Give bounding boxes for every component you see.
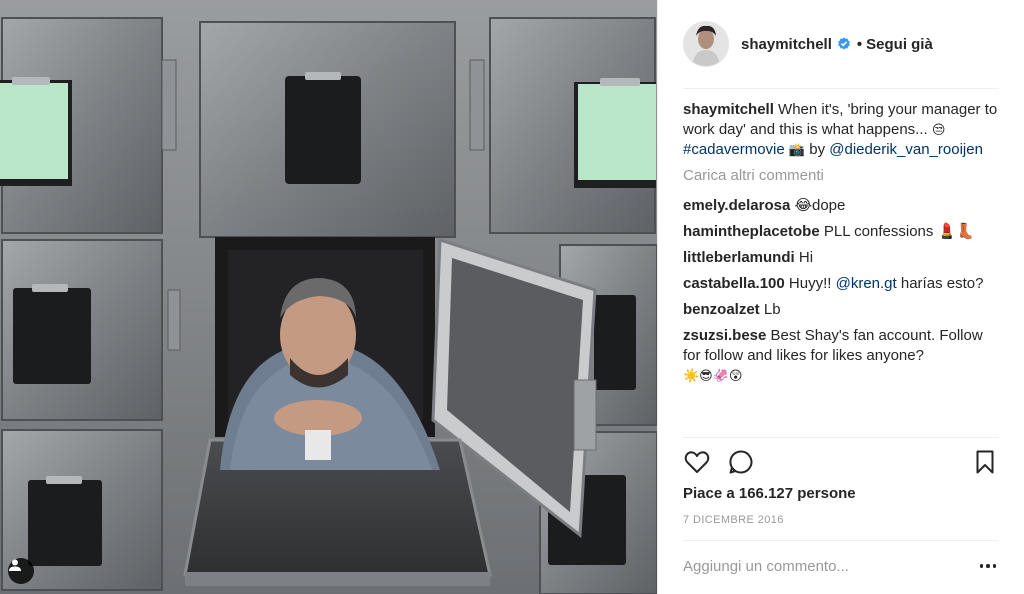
- comment-divider: [683, 540, 999, 541]
- list-item: zsuzsi.bese Best Shay's fan account. Fol…: [683, 326, 1003, 386]
- comment-username[interactable]: benzoalzet: [683, 301, 760, 318]
- instagram-post: shaymitchell • Segui già shaymitchell Wh…: [0, 0, 1024, 594]
- comment-username[interactable]: castabella.100: [683, 275, 785, 292]
- load-more-comments-button[interactable]: Carica altri commenti: [683, 166, 1003, 186]
- comment-username[interactable]: hamintheplacetobe: [683, 223, 820, 240]
- post-date: 7 DICEMBRE 2016: [683, 514, 784, 526]
- bookmark-icon: [976, 450, 994, 474]
- add-comment-input[interactable]: [683, 556, 953, 576]
- follow-separator: •: [856, 35, 863, 53]
- post-header: shaymitchell • Segui già: [658, 0, 1024, 88]
- list-item: benzoalzet Lb: [683, 300, 1003, 320]
- caption-emoji: 😒: [931, 122, 946, 137]
- comment-text: Huyy!!: [788, 275, 832, 292]
- header-divider: [683, 88, 999, 89]
- comment-text: Hi: [798, 249, 814, 266]
- speech-bubble-icon: [729, 450, 753, 474]
- post-photo[interactable]: [0, 0, 657, 594]
- like-button[interactable]: [683, 448, 711, 476]
- comment-button[interactable]: [727, 448, 755, 476]
- verified-badge-icon: [837, 37, 850, 50]
- comment-username[interactable]: emely.delarosa: [683, 197, 790, 214]
- comment-emoji: ☀️😎🦑😲: [683, 368, 743, 383]
- caption-by: by: [809, 141, 826, 158]
- profile-photo: [684, 22, 728, 66]
- comments-list: shaymitchell When it's, 'bring your mana…: [683, 100, 1003, 392]
- post-sidebar: shaymitchell • Segui già shaymitchell Wh…: [657, 0, 1024, 594]
- author-username[interactable]: shaymitchell: [741, 36, 832, 53]
- comment-text: PLL confessions 💄👢: [823, 223, 975, 240]
- ellipsis-icon: [978, 564, 998, 568]
- caption-mention[interactable]: @diederik_van_rooijen: [829, 141, 983, 158]
- like-count[interactable]: Piace a 166.127 persone: [683, 485, 856, 502]
- comment-username[interactable]: littleberlamundi: [683, 249, 795, 266]
- comment-username[interactable]: zsuzsi.bese: [683, 327, 766, 344]
- caption-hashtag[interactable]: #cadavermovie: [683, 141, 785, 158]
- morgue-scene-illustration: [0, 0, 657, 594]
- more-options-button[interactable]: [978, 556, 998, 576]
- list-item: emely.delarosa 😂dope: [683, 196, 1003, 216]
- list-item: littleberlamundi Hi: [683, 248, 1003, 268]
- post-actions: [683, 448, 999, 478]
- user-tag-icon: [9, 559, 21, 571]
- heart-icon: [684, 451, 710, 473]
- avatar[interactable]: [683, 21, 729, 67]
- comment-text: Lb: [763, 301, 781, 318]
- caption-camera-emoji: 📸: [788, 142, 806, 157]
- caption: shaymitchell When it's, 'bring your mana…: [683, 100, 1003, 160]
- comment-mention[interactable]: @kren.gt: [836, 275, 897, 292]
- list-item: hamintheplacetobe PLL confessions 💄👢: [683, 222, 1003, 242]
- comment-text: harías esto?: [900, 275, 984, 292]
- actions-divider: [683, 437, 999, 438]
- list-item: castabella.100 Huyy!! @kren.gt harías es…: [683, 274, 1003, 294]
- save-button[interactable]: [971, 448, 999, 476]
- comment-text: 😂dope: [794, 197, 846, 214]
- user-tag-button[interactable]: [8, 558, 34, 584]
- caption-author[interactable]: shaymitchell: [683, 101, 774, 118]
- following-button[interactable]: Segui già: [866, 36, 933, 53]
